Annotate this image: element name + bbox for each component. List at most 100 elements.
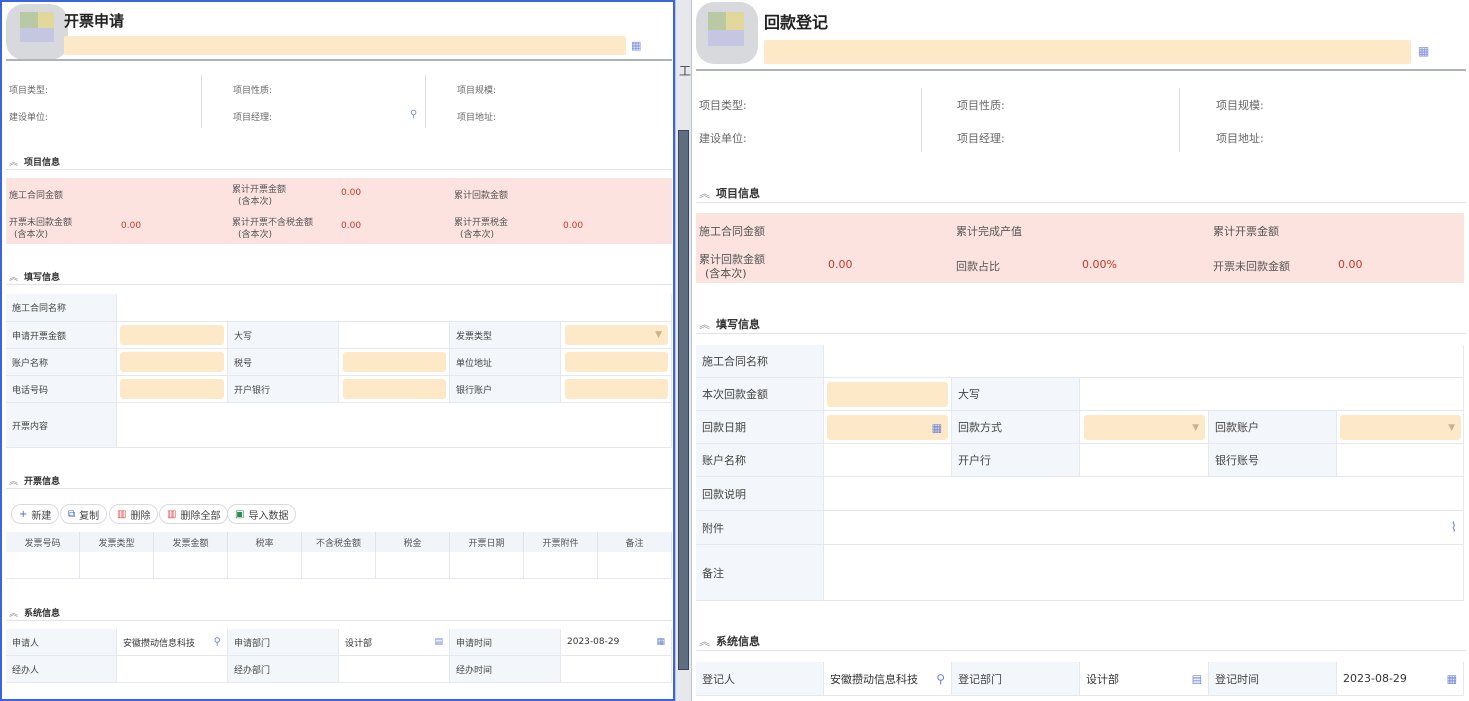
section-system-info[interactable]: ︽ 系统信息 <box>9 606 60 619</box>
label-construction-unit: 建设单位: <box>699 132 747 145</box>
new-button[interactable]: + 新建 <box>11 504 60 524</box>
table-header-cell[interactable]: 发票类型 <box>80 532 154 552</box>
table-header-cell[interactable]: 发票金额 <box>154 532 228 552</box>
receive-account-select[interactable]: ▼ <box>1340 415 1461 440</box>
table-header-cell[interactable]: 不含税金额 <box>302 532 376 552</box>
handler-dept-field[interactable] <box>339 656 450 683</box>
org-chart-icon[interactable]: ▤ <box>1192 672 1202 685</box>
applicant-field[interactable]: 安徽攒动信息科技 ⚲ <box>117 629 228 656</box>
label-attachment: 附件 <box>696 511 824 545</box>
label-reg-time: 登记时间 <box>1209 662 1337 696</box>
page-title: 开票申请 <box>64 12 125 30</box>
section-divider <box>696 650 1466 651</box>
table-cell[interactable] <box>302 552 376 579</box>
label-total-invoiced: 累计开票金额 <box>1213 225 1279 238</box>
copy-button[interactable]: ⧉ 复制 <box>60 504 108 524</box>
apply-amount-input[interactable] <box>120 325 224 345</box>
value-unreceived: 0.00 <box>1338 258 1363 271</box>
label-total-invoiced-note: (含本次) <box>238 197 273 207</box>
phone-input[interactable] <box>120 379 224 399</box>
project-select-bar[interactable] <box>64 36 626 55</box>
account-name-field[interactable] <box>824 444 952 477</box>
account-name-input[interactable] <box>120 352 224 372</box>
project-select-bar[interactable] <box>764 40 1411 64</box>
receive-method-select[interactable]: ▼ <box>1084 415 1205 440</box>
apply-dept-field[interactable]: 设计部 ▤ <box>339 629 450 656</box>
import-button[interactable]: ▣ 导入数据 <box>227 504 297 524</box>
trash-icon: ▥ <box>117 508 127 520</box>
label-tax-no: 税号 <box>228 349 339 376</box>
label-bank: 开户行 <box>952 444 1080 477</box>
section-project-info[interactable]: ︽ 项目信息 <box>9 155 60 168</box>
label-total-received-note: (含本次) <box>705 267 747 280</box>
table-cell[interactable] <box>228 552 302 579</box>
info-divider <box>425 75 426 128</box>
splitter-scrollbar[interactable] <box>678 130 689 670</box>
bank-no-field[interactable] <box>1337 444 1464 477</box>
invoice-type-select[interactable]: ▼ <box>565 325 668 345</box>
label-project-type: 项目类型: <box>9 86 49 96</box>
table-header-cell[interactable]: 开票附件 <box>524 532 598 552</box>
calendar-icon[interactable]: ▦ <box>656 637 665 647</box>
reg-dept-field[interactable]: 设计部 ▤ <box>1080 662 1209 696</box>
table-cell[interactable] <box>376 552 450 579</box>
bank-account-input[interactable] <box>565 379 668 399</box>
bank-input[interactable] <box>343 379 446 399</box>
panel-splitter[interactable]: 工 <box>675 0 692 701</box>
label-unreceived-note: (含本次) <box>14 230 49 240</box>
value-unreceived: 0.00 <box>121 221 142 231</box>
remark-field[interactable] <box>824 545 1464 601</box>
paperclip-icon[interactable]: ⌇ <box>1451 520 1457 535</box>
section-fill-info[interactable]: ︽ 填写信息 <box>699 316 760 332</box>
description-field[interactable] <box>824 477 1464 511</box>
table-header-cell[interactable]: 备注 <box>598 532 672 552</box>
section-project-info[interactable]: ︽ 项目信息 <box>699 185 760 201</box>
apply-time-field[interactable]: 2023-08-29 ▦ <box>561 629 672 656</box>
delete-all-button[interactable]: ▥ 删除全部 <box>159 504 229 524</box>
contract-name-field[interactable] <box>824 345 1464 378</box>
user-icon[interactable]: ⚲ <box>410 109 417 120</box>
table-cell[interactable] <box>154 552 228 579</box>
tax-no-input[interactable] <box>343 352 446 372</box>
unit-address-input[interactable] <box>565 352 668 372</box>
table-cell[interactable] <box>6 552 80 579</box>
table-cell[interactable] <box>524 552 598 579</box>
invoice-content-field[interactable] <box>117 403 672 448</box>
label-project-nature: 项目性质: <box>233 86 273 96</box>
receive-date-input[interactable]: ▦ <box>827 415 948 440</box>
table-cell[interactable] <box>450 552 524 579</box>
label-project-address: 项目地址: <box>457 113 497 123</box>
handle-time-field[interactable] <box>561 656 672 683</box>
user-icon[interactable]: ⚲ <box>936 672 945 686</box>
chevron-up-icon: ︽ <box>9 477 19 487</box>
label-remark: 备注 <box>696 545 824 601</box>
table-header-cell[interactable]: 税金 <box>376 532 450 552</box>
table-header-cell[interactable]: 税率 <box>228 532 302 552</box>
section-invoice-info[interactable]: ︽ 开票信息 <box>9 474 60 487</box>
calendar-icon[interactable]: ▦ <box>932 421 942 434</box>
label-project-manager: 项目经理: <box>957 132 1005 145</box>
section-divider <box>696 333 1466 334</box>
table-cell[interactable] <box>80 552 154 579</box>
handler-field[interactable] <box>117 656 228 683</box>
reg-time-field[interactable]: 2023-08-29 ▦ <box>1337 662 1464 696</box>
registrant-field[interactable]: 安徽攒动信息科技 ⚲ <box>824 662 952 696</box>
label-invoice-content: 开票内容 <box>6 403 117 448</box>
section-system-info[interactable]: ︽ 系统信息 <box>699 633 760 649</box>
calculator-icon[interactable]: ▦ <box>1418 44 1429 58</box>
bank-field[interactable] <box>1080 444 1209 477</box>
table-cell[interactable] <box>598 552 672 579</box>
table-header-cell[interactable]: 发票号码 <box>6 532 80 552</box>
label-handle-time: 经办时间 <box>450 656 561 683</box>
org-chart-icon[interactable]: ▤ <box>434 637 443 647</box>
user-icon[interactable]: ⚲ <box>214 637 221 648</box>
label-unreceived: 开票未回款金额 <box>1213 260 1290 273</box>
attachment-field[interactable]: ⌇ <box>824 511 1464 545</box>
delete-button[interactable]: ▥ 删除 <box>109 504 159 524</box>
contract-name-field[interactable] <box>117 294 672 322</box>
calendar-icon[interactable]: ▦ <box>1447 672 1457 685</box>
calculator-icon[interactable]: ▦ <box>631 39 641 52</box>
table-header-cell[interactable]: 开票日期 <box>450 532 524 552</box>
this-amount-input[interactable] <box>827 382 948 407</box>
section-fill-info[interactable]: ︽ 填写信息 <box>9 270 60 283</box>
